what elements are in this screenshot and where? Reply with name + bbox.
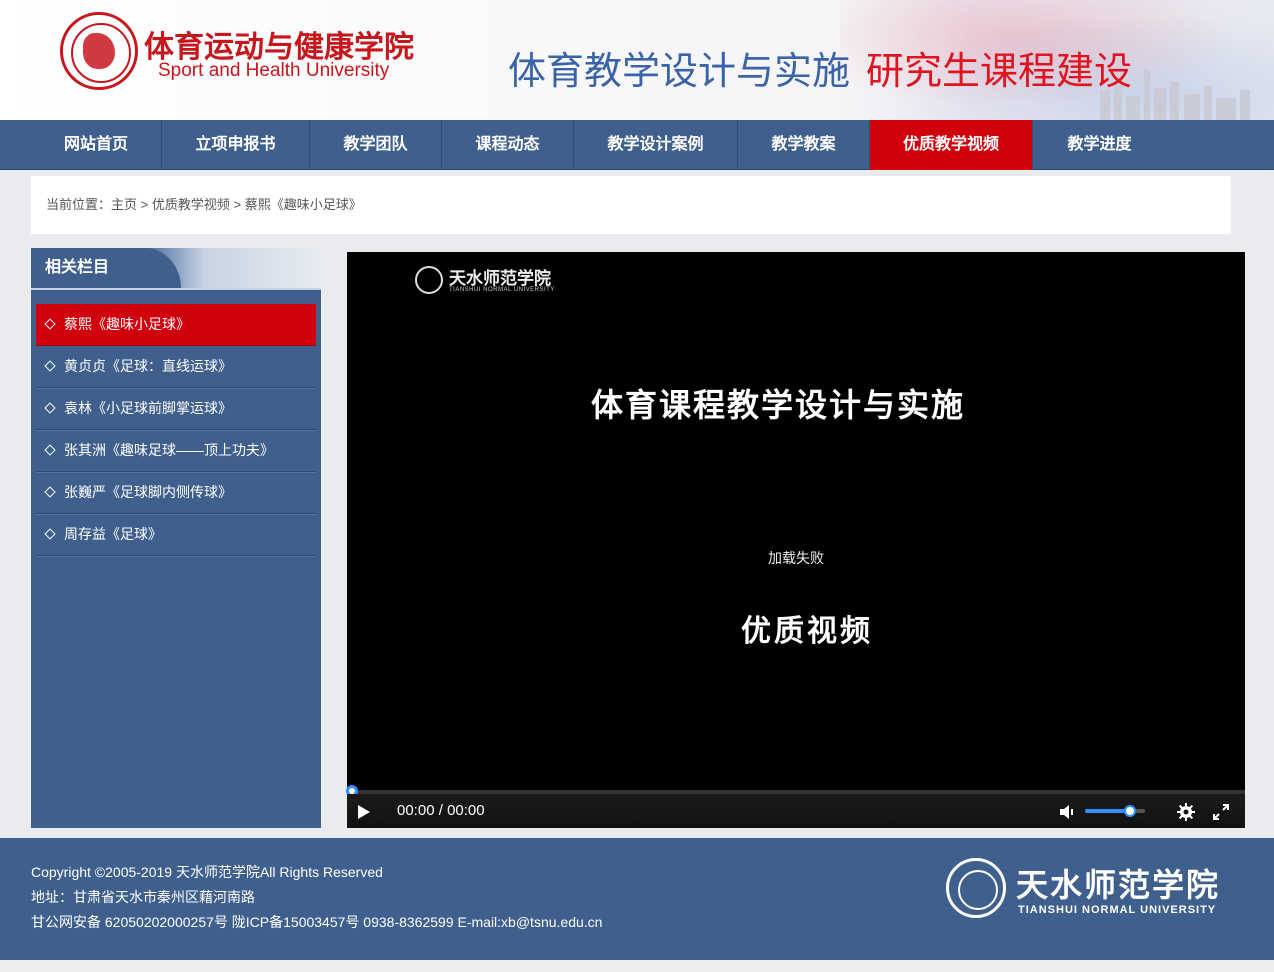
breadcrumb-prefix: 当前位置： [46, 197, 112, 212]
play-icon[interactable] [357, 804, 371, 820]
time-total: 00:00 [447, 802, 485, 819]
diamond-bullet-icon [44, 318, 56, 330]
university-seal-icon [415, 266, 443, 294]
diamond-bullet-icon [44, 528, 56, 540]
video-logo-cn: 天水师范学院 [449, 269, 551, 289]
college-name-en[interactable]: Sport and Health University [158, 60, 389, 82]
nav-schedule[interactable]: 教学进度 [1033, 120, 1166, 170]
footer-university-logo: 天水师范学院 TIANSHUI NORMAL UNIVERSITY [946, 858, 1236, 920]
main-navigation: 网站首页 立项申报书 教学团队 课程动态 教学设计案例 教学教案 优质教学视频 … [0, 120, 1274, 170]
fullscreen-icon[interactable] [1213, 804, 1229, 820]
sidebar-item-label: 周存益《足球》 [64, 526, 162, 542]
video-player[interactable]: 天水师范学院 TIANSHUI NORMAL UNIVERSITY 体育课程教学… [346, 252, 1245, 828]
video-controls: 00:00 / 00:00 [347, 794, 1245, 828]
site-footer: Copyright ©2005-2019 天水师范学院All Rights Re… [0, 838, 1274, 960]
time-current: 00:00 [397, 802, 435, 819]
diamond-bullet-icon [44, 444, 56, 456]
banner-course-name: 体育教学设计与实施 [508, 51, 851, 93]
nav-lesson-plans[interactable]: 教学教案 [738, 120, 870, 170]
breadcrumb-separator: > [229, 197, 245, 212]
footer-license: 甘公网安备 62050202000257号 陇ICP备15003457号 093… [31, 914, 603, 930]
page-bottom-strip [0, 960, 1274, 972]
video-title: 体育课程教学设计与实施 [590, 386, 965, 424]
breadcrumb: 当前位置：主页 > 优质教学视频 > 蔡熙《趣味小足球》 [31, 176, 1231, 234]
sidebar-header: 相关栏目 [31, 248, 321, 290]
sidebar-item-huangzhenzhen[interactable]: 黄贞贞《足球：直线运球》 [36, 346, 316, 388]
video-watermark-logo: 天水师范学院 TIANSHUI NORMAL UNIVERSITY [415, 264, 575, 298]
sidebar-list: 蔡熙《趣味小足球》 黄贞贞《足球：直线运球》 袁林《小足球前脚掌运球》 张其洲《… [36, 304, 316, 556]
video-load-status: 加载失败 [768, 550, 824, 566]
nav-videos[interactable]: 优质教学视频 [870, 120, 1033, 170]
breadcrumb-home-link[interactable]: 主页 [111, 197, 137, 212]
time-display: 00:00 / 00:00 [397, 794, 485, 828]
diamond-bullet-icon [44, 402, 56, 414]
diamond-bullet-icon [44, 360, 56, 372]
breadcrumb-current: 蔡熙《趣味小足球》 [244, 197, 362, 212]
nav-news[interactable]: 课程动态 [442, 120, 574, 170]
banner-course-tag: 研究生课程建设 [866, 51, 1133, 93]
footer-copyright: Copyright ©2005-2019 天水师范学院All Rights Re… [31, 864, 383, 880]
course-banner-title: 体育教学设计与实施 研究生课程建设 [508, 40, 1132, 95]
volume-icon[interactable] [1059, 804, 1075, 820]
sidebar-item-caixi[interactable]: 蔡熙《趣味小足球》 [36, 304, 316, 346]
sidebar-item-label: 蔡熙《趣味小足球》 [64, 316, 190, 332]
nav-design-cases[interactable]: 教学设计案例 [574, 120, 738, 170]
diamond-bullet-icon [44, 486, 56, 498]
video-logo-en: TIANSHUI NORMAL UNIVERSITY [449, 287, 555, 293]
nav-team[interactable]: 教学团队 [310, 120, 442, 170]
sidebar-title: 相关栏目 [45, 259, 110, 276]
sidebar-item-label: 袁林《小足球前脚掌运球》 [64, 400, 232, 416]
footer-logo-en: TIANSHUI NORMAL UNIVERSITY [1018, 904, 1217, 916]
sidebar-item-zhangweiyan[interactable]: 张巍严《足球脚内侧传球》 [36, 472, 316, 514]
sidebar-item-zhangqizhou[interactable]: 张其洲《趣味足球——顶上功夫》 [36, 430, 316, 472]
sidebar-item-yuanlin[interactable]: 袁林《小足球前脚掌运球》 [36, 388, 316, 430]
time-separator: / [434, 802, 448, 819]
related-sidebar: 相关栏目 蔡熙《趣味小足球》 黄贞贞《足球：直线运球》 袁林《小足球前脚掌运球》… [31, 248, 321, 828]
gear-icon[interactable] [1177, 803, 1195, 821]
sidebar-item-zhoucunyi[interactable]: 周存益《足球》 [36, 514, 316, 556]
video-subtitle: 优质视频 [741, 614, 873, 649]
footer-address: 地址：甘肃省天水市秦州区藉河南路 [31, 889, 255, 905]
sidebar-item-label: 张其洲《趣味足球——顶上功夫》 [64, 442, 274, 458]
sidebar-item-label: 黄贞贞《足球：直线运球》 [64, 358, 232, 374]
sidebar-item-label: 张巍严《足球脚内侧传球》 [64, 484, 232, 500]
nav-home[interactable]: 网站首页 [31, 120, 162, 170]
university-seal-icon [946, 858, 1006, 918]
footer-logo-cn: 天水师范学院 [1016, 866, 1221, 904]
breadcrumb-separator: > [137, 197, 152, 212]
breadcrumb-section-link[interactable]: 优质教学视频 [152, 197, 230, 212]
university-seal-logo[interactable] [60, 12, 138, 90]
nav-proposal[interactable]: 立项申报书 [162, 120, 310, 170]
volume-slider[interactable] [1085, 805, 1145, 817]
volume-handle[interactable] [1124, 805, 1136, 817]
site-header: 体育运动与健康学院 Sport and Health University 体育… [0, 0, 1274, 120]
